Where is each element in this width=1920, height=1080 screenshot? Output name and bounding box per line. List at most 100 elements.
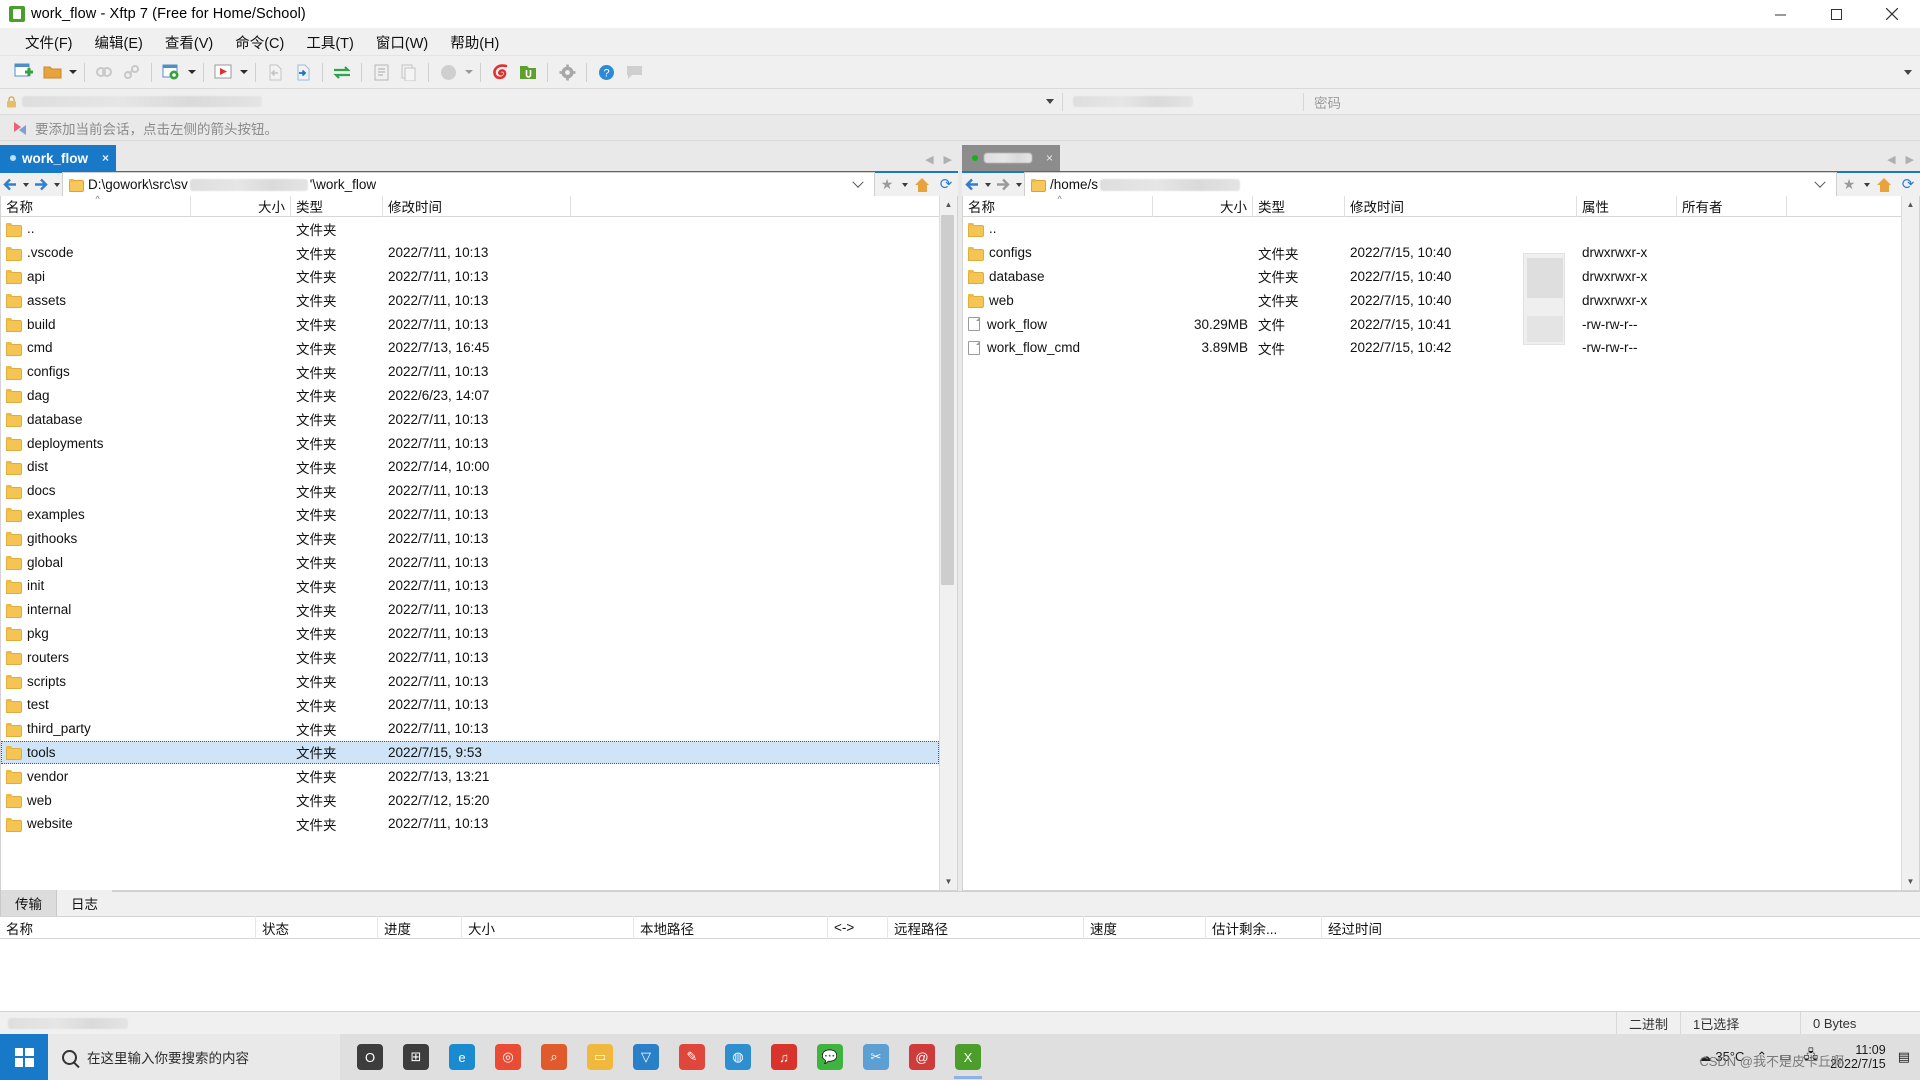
local-back-button[interactable] [0,172,20,197]
table-row[interactable]: web 文件夹 2022/7/12, 15:20 [1,788,939,812]
table-row[interactable]: build 文件夹 2022/7/11, 10:13 [1,312,939,336]
remote-col-modified[interactable]: 修改时间 [1345,195,1577,217]
local-scroll-thumb[interactable] [941,215,954,585]
local-path-input[interactable]: D:\gowork\src\sv '\work_flow [62,172,875,197]
xftp-toolbar-icon[interactable] [514,58,542,86]
remote-scroll-down-icon[interactable]: ▼ [1902,873,1919,890]
taskbar-app-xftp-icon[interactable]: X [946,1034,990,1080]
remote-scroll-up-icon[interactable]: ▲ [1902,196,1919,213]
transfer-col-eta[interactable]: 估计剩余... [1206,916,1322,939]
local-vertical-scrollbar[interactable]: ▲ ▼ [939,196,957,890]
taskbar-app-pen-icon[interactable]: ✎ [670,1034,714,1080]
tab-transfer[interactable]: 传输 [0,889,57,916]
table-row[interactable]: test 文件夹 2022/7/11, 10:13 [1,693,939,717]
remote-bookmark-button[interactable]: ★ [1837,172,1861,197]
tab-scroll-left-icon[interactable]: ◀ [925,153,933,166]
table-row[interactable]: examples 文件夹 2022/7/11, 10:13 [1,503,939,527]
new-session-icon[interactable] [10,58,38,86]
table-row[interactable]: .. 文件夹 [1,217,939,241]
transfer-right-icon[interactable] [289,58,317,86]
local-tab-scroll-arrows[interactable]: ◀ ▶ [925,153,952,166]
remote-tab-close-icon[interactable]: × [1046,151,1053,165]
xshell-icon[interactable] [486,58,514,86]
table-row[interactable]: routers 文件夹 2022/7/11, 10:13 [1,645,939,669]
tab-scroll-right-icon[interactable]: ▶ [944,153,952,166]
remote-back-dropdown-icon[interactable] [982,172,993,197]
remote-tab-session[interactable]: × [962,145,1061,171]
menu-command[interactable]: 命令(C) [224,28,295,57]
local-scroll-down-icon[interactable]: ▼ [940,873,957,890]
shield-icon[interactable] [434,58,462,86]
table-row[interactable]: pkg 文件夹 2022/7/11, 10:13 [1,622,939,646]
table-row[interactable]: web 文件夹 2022/7/15, 10:40 drwxrwxr-x [963,288,1901,312]
open-folder-dropdown-icon[interactable] [66,58,79,86]
table-row[interactable]: docs 文件夹 2022/7/11, 10:13 [1,479,939,503]
local-col-size[interactable]: 大小 [191,195,291,217]
menu-file[interactable]: 文件(F) [14,28,84,57]
table-row[interactable]: internal 文件夹 2022/7/11, 10:13 [1,598,939,622]
transfer-col-remote-path[interactable]: 远程路径 [888,916,1084,939]
table-row[interactable]: githooks 文件夹 2022/7/11, 10:13 [1,526,939,550]
local-bookmark-button[interactable]: ★ [875,172,899,197]
taskbar-app-explorer-icon[interactable]: ▭ [578,1034,622,1080]
local-col-type[interactable]: 类型 [291,195,383,217]
remote-refresh-button[interactable]: ⟳ [1896,172,1920,197]
menu-view[interactable]: 查看(V) [154,28,224,57]
remote-col-name[interactable]: 名称 ^ [963,194,1153,217]
menu-window[interactable]: 窗口(W) [365,28,439,57]
session-settings-icon[interactable] [157,58,185,86]
local-tab-work-flow[interactable]: work_flow × [0,145,117,171]
taskbar-app-xshell-icon[interactable]: @ [900,1034,944,1080]
transfer-col-size[interactable]: 大小 [462,916,634,939]
remote-path-dropdown-icon[interactable] [1810,173,1830,196]
taskbar-app-wechat-icon[interactable]: 💬 [808,1034,852,1080]
session-settings-dropdown-icon[interactable] [185,58,198,86]
remote-path-input[interactable]: /home/s [1024,172,1837,197]
table-row[interactable]: dag 文件夹 2022/6/23, 14:07 [1,384,939,408]
table-row[interactable]: api 文件夹 2022/7/11, 10:13 [1,265,939,289]
remote-tab-scroll-arrows[interactable]: ◀ ▶ [1887,153,1914,166]
table-row[interactable]: assets 文件夹 2022/7/11, 10:13 [1,288,939,312]
feedback-icon[interactable] [620,58,648,86]
table-row[interactable]: vendor 文件夹 2022/7/13, 13:21 [1,764,939,788]
local-back-dropdown-icon[interactable] [20,172,31,197]
transfer-col-progress[interactable]: 进度 [378,916,462,939]
transfer-col-elapsed[interactable]: 经过时间 [1322,916,1920,939]
remote-forward-button[interactable] [993,172,1013,197]
table-row[interactable]: configs 文件夹 2022/7/15, 10:40 drwxrwxr-x [963,241,1901,265]
gear-icon[interactable] [553,58,581,86]
taskbar-app-netease-icon[interactable]: ♫ [762,1034,806,1080]
tab-scroll-left-icon[interactable]: ◀ [1887,153,1895,166]
local-tab-close-icon[interactable]: × [102,151,109,165]
table-row[interactable]: .. [963,217,1901,241]
taskbar-app-edge-icon[interactable]: e [440,1034,484,1080]
local-refresh-button[interactable]: ⟳ [934,172,958,197]
taskbar-app-vscode-icon[interactable]: ▽ [624,1034,668,1080]
table-row[interactable]: global 文件夹 2022/7/11, 10:13 [1,550,939,574]
menu-edit[interactable]: 编辑(E) [84,28,154,57]
session-user-field[interactable] [1063,89,1303,115]
run-icon[interactable] [209,58,237,86]
local-forward-dropdown-icon[interactable] [51,172,62,197]
taskbar-app-chrome-icon[interactable]: ◎ [486,1034,530,1080]
table-row[interactable]: configs 文件夹 2022/7/11, 10:13 [1,360,939,384]
table-row[interactable]: work_flow 30.29MB 文件 2022/7/15, 10:41 -rw-rw… [963,312,1901,336]
table-row[interactable]: scripts 文件夹 2022/7/11, 10:13 [1,669,939,693]
remote-forward-dropdown-icon[interactable] [1013,172,1024,197]
session-host-field[interactable] [0,89,1062,115]
transfer-col-name[interactable]: 名称 [0,916,256,939]
local-col-modified[interactable]: 修改时间 [383,195,571,217]
table-row[interactable]: cmd 文件夹 2022/7/13, 16:45 [1,336,939,360]
sync-transfer-icon[interactable] [328,58,356,86]
local-scroll-track[interactable] [940,213,957,873]
menu-tools[interactable]: 工具(T) [295,28,365,57]
remote-scroll-track[interactable] [1902,213,1919,873]
local-bookmark-dropdown-icon[interactable] [899,172,910,197]
taskbar-app-snipaste-icon[interactable]: ✂ [854,1034,898,1080]
tab-scroll-right-icon[interactable]: ▶ [1906,153,1914,166]
local-home-button[interactable] [910,172,934,197]
menu-help[interactable]: 帮助(H) [439,28,510,57]
maximize-button[interactable] [1808,0,1864,29]
table-row[interactable]: website 文件夹 2022/7/11, 10:13 [1,812,939,836]
open-folder-icon[interactable] [38,58,66,86]
